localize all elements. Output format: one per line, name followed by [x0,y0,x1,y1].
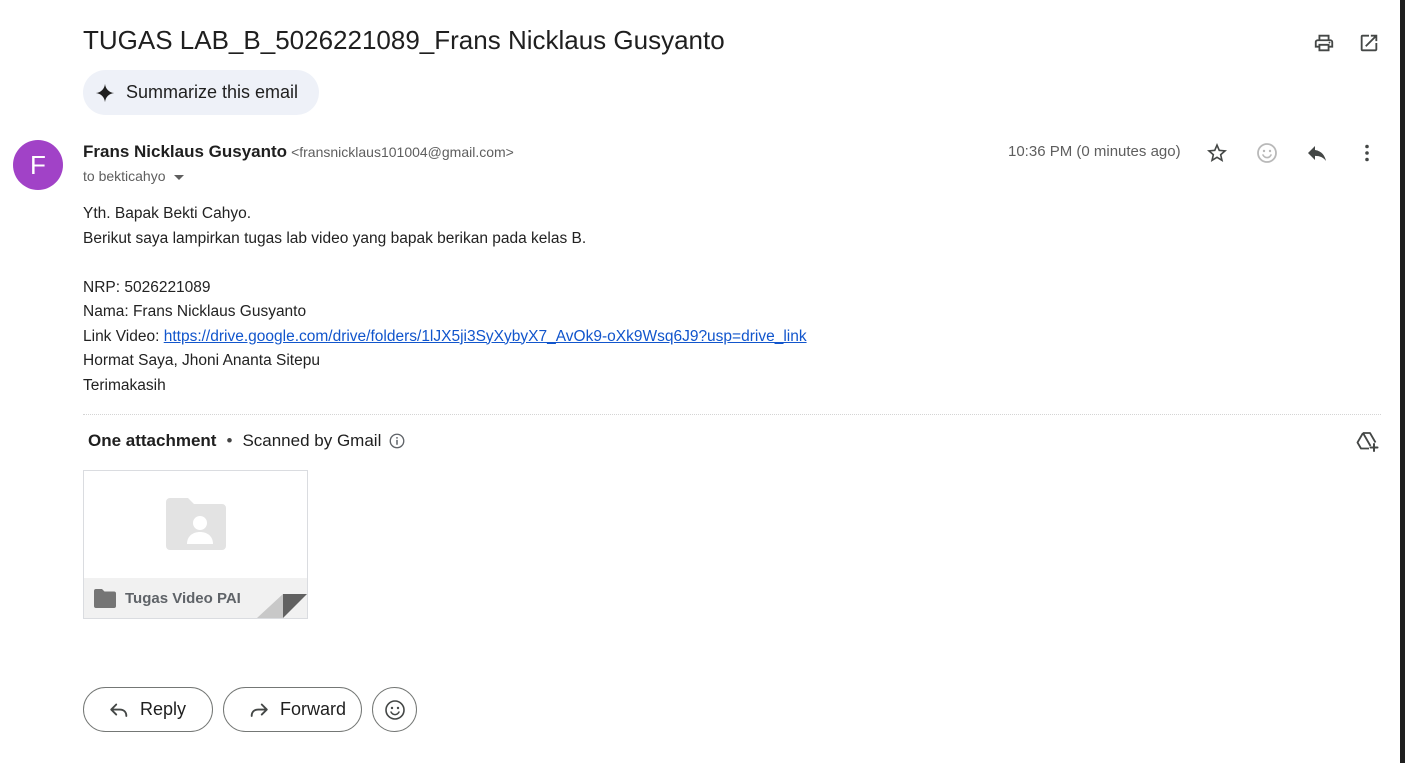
sparkle-icon [94,82,116,104]
attachments-divider [83,414,1381,415]
email-subject: TUGAS LAB_B_5026221089_Frans Nicklaus Gu… [83,25,725,55]
attachment-footer: Tugas Video PAI [84,578,307,618]
body-closing: Terimakasih [83,376,166,394]
attachments-header: One attachment • Scanned by Gmail [88,431,406,451]
attachment-count: One attachment [88,431,217,450]
body-intro: Berikut saya lampirkan tugas lab video y… [83,229,587,247]
info-icon[interactable] [388,432,406,450]
add-to-drive-icon[interactable] [1355,430,1379,454]
scanned-label: Scanned by Gmail [242,431,382,450]
body-link-prefix: Link Video: [83,327,164,345]
reply-button[interactable]: Reply [83,687,213,732]
body-greeting: Yth. Bapak Bekti Cahyo. [83,205,252,222]
reply-icon[interactable] [1305,141,1329,165]
sender-email: <fransnicklaus101004@gmail.com> [291,144,514,160]
recipient-details-toggle[interactable]: to bekticahyo [83,168,184,184]
sender-name[interactable]: Frans Nicklaus Gusyanto [83,142,287,161]
forward-button[interactable]: Forward [223,687,362,732]
emoji-icon [384,699,405,720]
window-edge [1400,0,1405,763]
star-icon[interactable] [1205,141,1229,165]
attachment-name: Tugas Video PAI [125,590,241,607]
chevron-down-icon [173,174,184,180]
page-fold-corner [257,594,307,618]
print-icon[interactable] [1313,32,1335,54]
body-signature: Hormat Saya, Jhoni Ananta Sitepu [83,352,320,369]
reply-icon [108,699,130,721]
folder-icon [94,589,116,608]
more-vert-icon[interactable] [1355,141,1379,165]
body-blank-line [83,251,807,276]
summarize-label: Summarize this email [126,82,299,102]
attachment-card[interactable]: Tugas Video PAI [83,470,308,619]
sender-line: Frans Nicklaus Gusyanto <fransnicklaus101… [83,142,514,162]
shared-folder-icon [166,498,226,550]
video-drive-link[interactable]: https://drive.google.com/drive/folders/1… [164,328,807,345]
reply-label: Reply [140,699,187,719]
attachment-separator: • [226,431,233,450]
forward-icon [248,699,270,721]
sender-avatar[interactable]: F [13,140,63,190]
body-nrp: NRP: 5026221089 [83,278,211,296]
forward-label: Forward [280,699,347,719]
body-link-line: Link Video: https://drive.google.com/dri… [83,325,807,350]
body-nama: Nama: Frans Nicklaus Gusyanto [83,303,307,320]
emoji-icon[interactable] [1255,141,1279,165]
email-timestamp: 10:36 PM (0 minutes ago) [1008,143,1181,160]
summarize-email-button[interactable]: Summarize this email [83,70,319,115]
emoji-reaction-button[interactable] [372,687,417,732]
open-in-new-window-icon[interactable] [1358,32,1380,54]
recipient-label: to bekticahyo [83,168,166,184]
email-body: Yth. Bapak Bekti Cahyo. Berikut saya lam… [83,202,807,398]
